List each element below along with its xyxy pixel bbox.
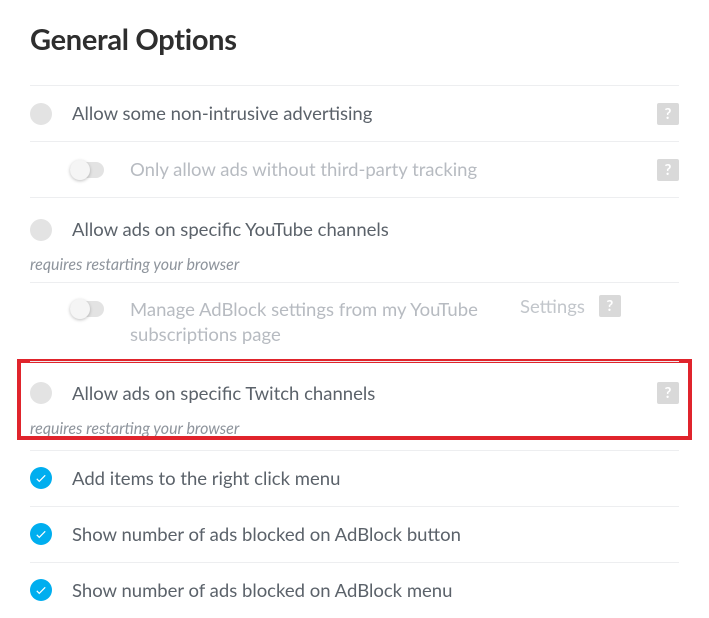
option-button-count[interactable]: Show number of ads blocked on AdBlock bu… [30, 506, 679, 562]
option-allow-non-intrusive[interactable]: Allow some non-intrusive advertising ? [30, 85, 679, 141]
option-label: Allow ads on specific YouTube channels [72, 215, 679, 244]
option-label: Add items to the right click menu [72, 464, 679, 493]
option-youtube-channels[interactable]: Allow ads on specific YouTube channels [30, 197, 679, 253]
option-right-click[interactable]: Add items to the right click menu [30, 450, 679, 506]
radio-icon[interactable] [30, 219, 52, 241]
radio-checked-icon[interactable] [30, 579, 52, 601]
option-label: Allow some non-intrusive advertising [72, 99, 643, 128]
option-only-no-tracking: Only allow ads without third-party track… [30, 141, 679, 197]
toggle-icon[interactable] [70, 301, 104, 317]
option-label: Only allow ads without third-party track… [130, 155, 643, 184]
option-youtube-manage: Manage AdBlock settings from my YouTube … [30, 282, 679, 361]
restart-note: requires restarting your browser [30, 419, 679, 438]
radio-checked-icon[interactable] [30, 467, 52, 489]
radio-icon[interactable] [30, 382, 52, 404]
toggle-icon[interactable] [70, 162, 104, 178]
radio-icon[interactable] [30, 103, 52, 125]
option-label: Allow ads on specific Twitch channels [72, 379, 643, 408]
check-icon [34, 471, 48, 485]
help-icon[interactable]: ? [657, 382, 679, 404]
option-label: Show number of ads blocked on AdBlock me… [72, 576, 679, 605]
option-label: Manage AdBlock settings from my YouTube … [130, 295, 510, 349]
page-title: General Options [30, 22, 679, 57]
option-twitch-channels[interactable]: Allow ads on specific Twitch channels ? [30, 361, 679, 417]
option-label: Show number of ads blocked on AdBlock bu… [72, 520, 679, 549]
check-icon [34, 527, 48, 541]
help-icon[interactable]: ? [599, 295, 621, 317]
restart-note: requires restarting your browser [30, 255, 679, 274]
settings-link[interactable]: Settings [520, 295, 585, 317]
help-icon[interactable]: ? [657, 159, 679, 181]
radio-checked-icon[interactable] [30, 523, 52, 545]
help-icon[interactable]: ? [657, 103, 679, 125]
check-icon [34, 583, 48, 597]
option-twitch-section: Allow ads on specific Twitch channels ? … [30, 361, 679, 438]
option-menu-count[interactable]: Show number of ads blocked on AdBlock me… [30, 562, 679, 618]
